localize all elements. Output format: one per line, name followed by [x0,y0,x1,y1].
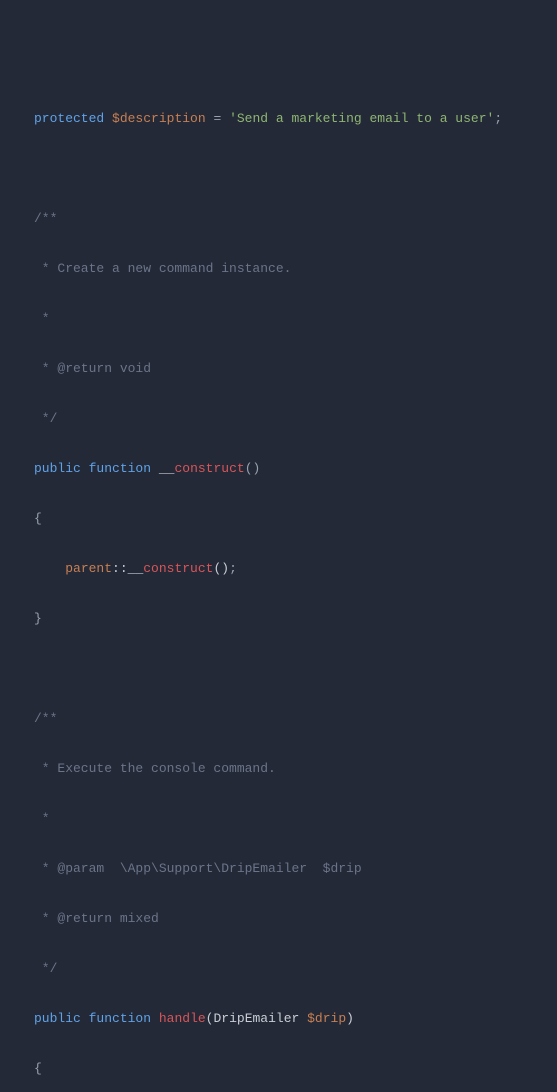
comment-line: /** [34,206,557,231]
comment: * [34,311,50,326]
parentheses: () [213,561,229,576]
comment: * Create a new command instance. [34,261,291,276]
semicolon: ; [494,111,502,126]
type-hint: DripEmailer [213,1011,299,1026]
code-line: { [34,1056,557,1081]
comment-line: */ [34,406,557,431]
method-name: construct [174,461,244,476]
comment-line: * Execute the console command. [34,756,557,781]
comment-line: * @param \App\Support\DripEmailer $drip [34,856,557,881]
code-line-empty [34,656,557,681]
comment-line: */ [34,956,557,981]
code-line-empty [34,156,557,181]
comment: /** [34,211,57,226]
variable: $drip [307,1011,346,1026]
comment: */ [34,961,57,976]
parentheses: () [245,461,261,476]
comment-line: /** [34,706,557,731]
brace-close: } [34,611,42,626]
comment: */ [34,411,57,426]
scope-operator: :: [112,561,128,576]
code-line: protected $description = 'Send a marketi… [34,106,557,131]
comment: /** [34,711,57,726]
code-line: public function handle(DripEmailer $drip… [34,1006,557,1031]
brace-open: { [34,1061,42,1076]
operator: = [206,111,229,126]
code-line: parent::__construct(); [34,556,557,581]
paren-close: ) [346,1011,354,1026]
code-line: public function __construct() [34,456,557,481]
string-literal: 'Send a marketing email to a user' [229,111,494,126]
comment: * [34,811,50,826]
code-line: } [34,606,557,631]
comment: * @return mixed [34,911,159,926]
underscore: __ [128,561,144,576]
comment-line: * @return mixed [34,906,557,931]
brace-open: { [34,511,42,526]
code-line: { [34,506,557,531]
comment: * Execute the console command. [34,761,276,776]
variable: $description [112,111,206,126]
keyword-parent: parent [65,561,112,576]
method-name: handle [159,1011,206,1026]
underscore: __ [159,461,175,476]
paren-open: ( [206,1011,214,1026]
comment: * @return void [34,361,151,376]
keyword-protected: protected [34,111,104,126]
method-name: construct [143,561,213,576]
semicolon: ; [229,561,237,576]
keyword-function: function [89,461,151,476]
space [299,1011,307,1026]
comment-line: * [34,806,557,831]
comment-line: * @return void [34,356,557,381]
keyword-function: function [89,1011,151,1026]
keyword-public: public [34,1011,81,1026]
comment: * @param \App\Support\DripEmailer $drip [34,861,362,876]
comment-line: * Create a new command instance. [34,256,557,281]
comment-line: * [34,306,557,331]
keyword-public: public [34,461,81,476]
